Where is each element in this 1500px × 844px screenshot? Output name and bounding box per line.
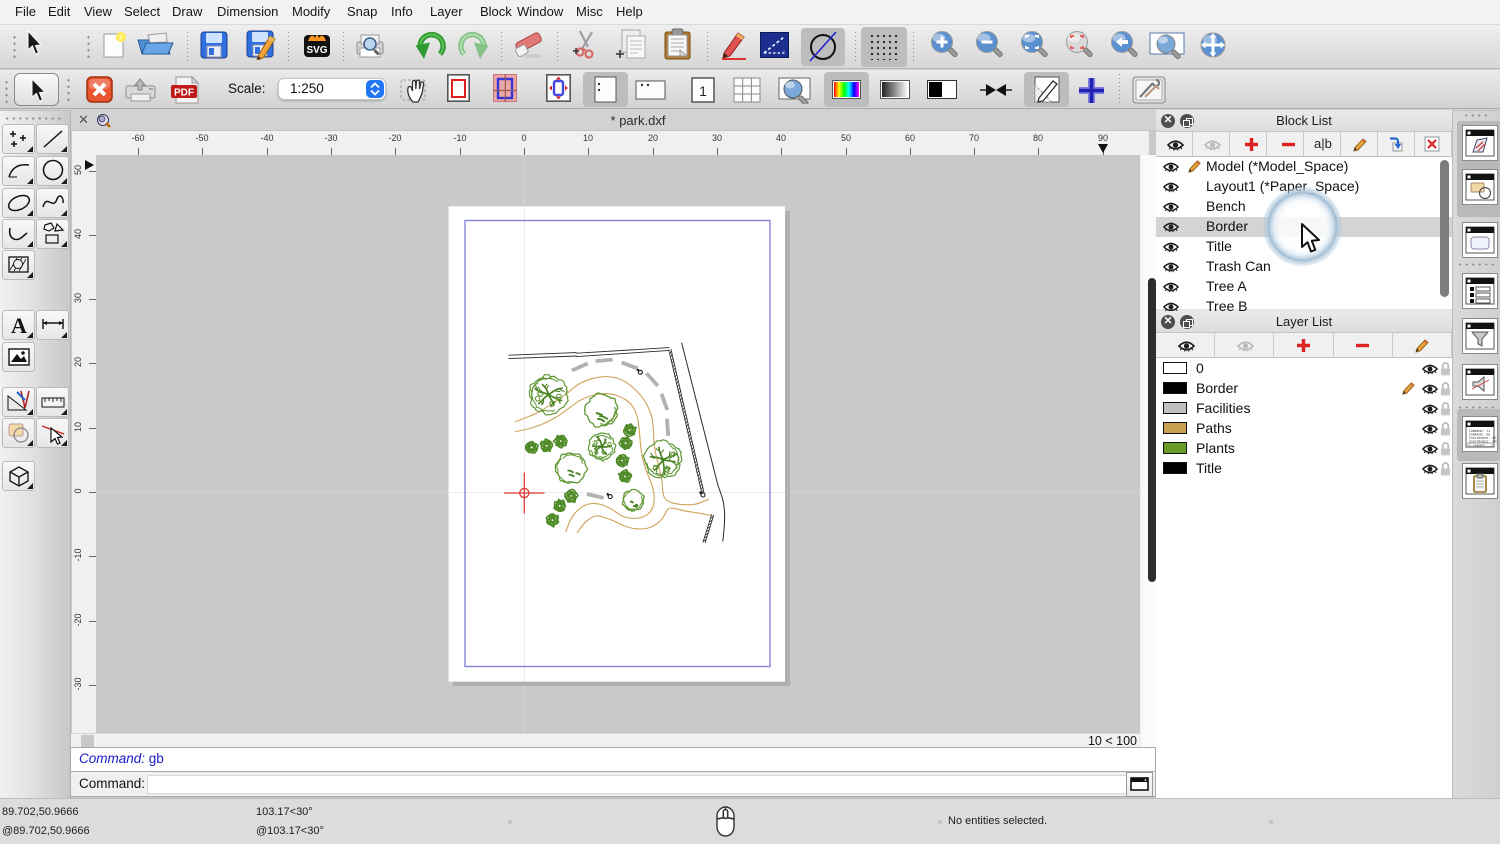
svg-text:1: 1 bbox=[699, 83, 707, 99]
svg-text:PDF: PDF bbox=[174, 88, 194, 99]
svg-text:c command: c command bbox=[1470, 443, 1485, 447]
svg-text:A: A bbox=[11, 313, 27, 338]
svg-text:SVG: SVG bbox=[306, 45, 327, 56]
